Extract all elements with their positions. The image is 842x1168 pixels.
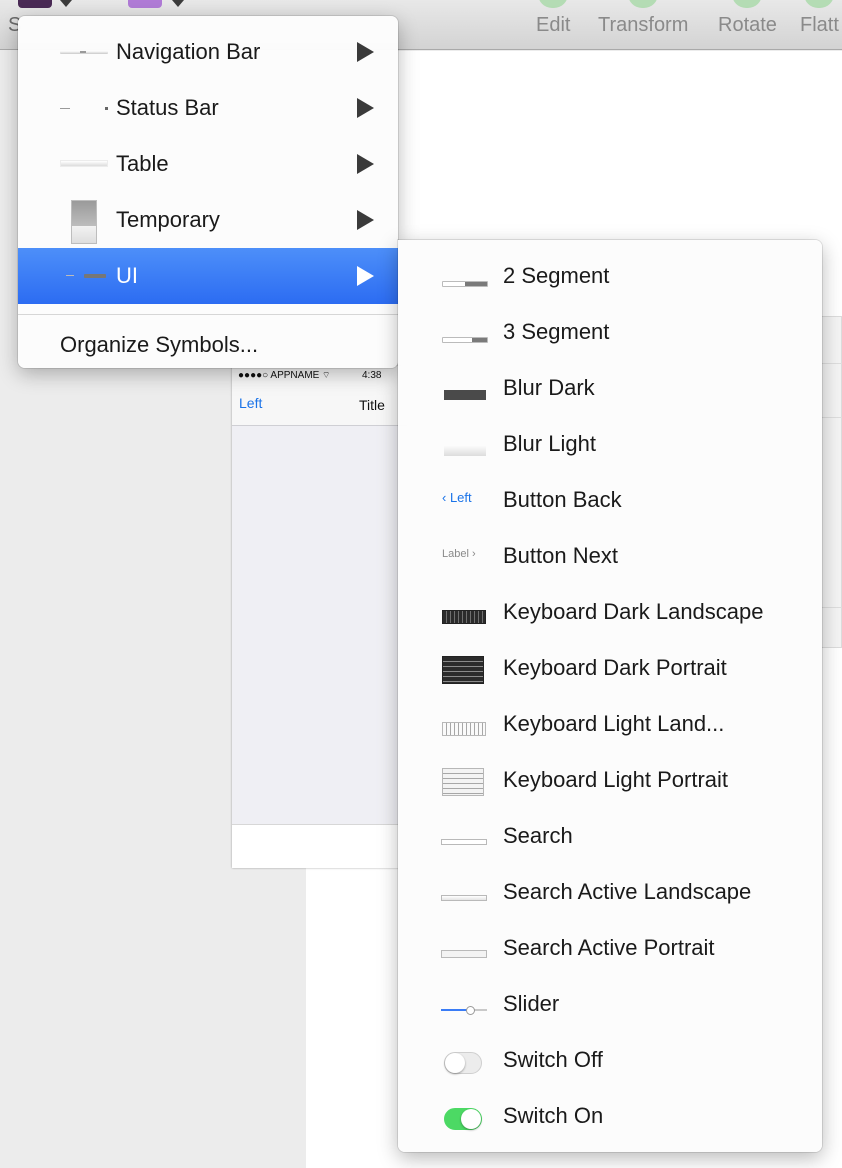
status-time: 4:38 xyxy=(362,370,382,381)
organize-symbols-item[interactable]: Organize Symbols... xyxy=(60,332,258,358)
transform-label: Transform xyxy=(598,14,689,36)
submenu-item-switch-on[interactable]: Switch On xyxy=(398,1088,822,1144)
menu-item-temporary[interactable]: Temporary xyxy=(18,192,398,248)
submenu-item-keyboard-light-landscape[interactable]: Keyboard Light Land... xyxy=(398,696,822,752)
menu-item-label: Navigation Bar xyxy=(116,39,261,64)
color-swatch-icon[interactable] xyxy=(128,0,162,8)
submenu-item-search-active-landscape[interactable]: Search Active Landscape xyxy=(398,864,822,920)
edit-icon xyxy=(538,0,569,8)
artboard-nav-bar: Left Title xyxy=(232,386,407,426)
submenu-item-label: Switch On xyxy=(503,1103,604,1128)
button-next-preview: Label xyxy=(442,548,469,560)
submenu-item-label: Search Active Landscape xyxy=(503,879,752,904)
menu-item-table[interactable]: Table xyxy=(18,136,398,192)
submenu-arrow-icon xyxy=(357,210,374,230)
slider-icon xyxy=(441,1006,487,1015)
nav-left-button: Left xyxy=(239,395,263,411)
submenu-item-3-segment[interactable]: 3 Segment xyxy=(398,304,822,360)
submenu-item-search[interactable]: Search xyxy=(398,808,822,864)
submenu-item-slider[interactable]: Slider xyxy=(398,976,822,1032)
button-next-icon: Label › xyxy=(442,548,476,560)
flatten-label: Flatt xyxy=(800,14,839,36)
submenu-item-button-next[interactable]: Label › Button Next xyxy=(398,528,822,584)
search-bar-icon xyxy=(441,839,487,845)
table-thumbnail-icon xyxy=(60,160,108,167)
submenu-item-label: Keyboard Dark Portrait xyxy=(503,655,727,680)
rotate-icon xyxy=(732,0,763,8)
switch-on-icon xyxy=(444,1108,482,1130)
chevron-down-icon[interactable] xyxy=(60,0,72,7)
carrier-label: ●●●●○ APPNAME xyxy=(238,370,320,381)
menu-item-label: Status Bar xyxy=(116,95,219,120)
ui-thumbnail-icon xyxy=(66,274,106,278)
ui-submenu: 2 Segment 3 Segment Blur Dark Blur Light… xyxy=(398,240,822,1152)
submenu-item-2-segment[interactable]: 2 Segment xyxy=(398,248,822,304)
submenu-arrow-icon xyxy=(357,154,374,174)
button-back-preview: Left xyxy=(449,490,472,505)
two-segment-icon xyxy=(442,281,488,287)
submenu-item-label: Blur Light xyxy=(503,431,596,456)
flatten-button[interactable]: Flatt xyxy=(800,0,839,37)
edit-button[interactable]: Edit xyxy=(536,0,571,37)
keyboard-light-landscape-icon xyxy=(442,722,486,736)
rotate-label: Rotate xyxy=(718,14,777,36)
submenu-item-label: Slider xyxy=(503,991,560,1016)
submenu-item-keyboard-dark-portrait[interactable]: Keyboard Dark Portrait xyxy=(398,640,822,696)
blur-light-icon xyxy=(444,446,486,456)
menu-item-status-bar[interactable]: Status Bar xyxy=(18,80,398,136)
submenu-item-keyboard-light-portrait[interactable]: Keyboard Light Portrait xyxy=(398,752,822,808)
menu-item-ui[interactable]: UI xyxy=(18,248,398,304)
submenu-arrow-icon xyxy=(357,266,374,286)
blur-dark-icon xyxy=(444,390,486,400)
submenu-item-label: Button Next xyxy=(503,543,618,568)
search-active-landscape-icon xyxy=(441,895,487,901)
navigation-bar-thumbnail-icon xyxy=(60,51,108,54)
status-bar-thumbnail-icon xyxy=(60,107,108,110)
menu-item-label: Table xyxy=(116,151,169,176)
temporary-thumbnail-icon xyxy=(71,200,97,244)
submenu-item-search-active-portrait[interactable]: Search Active Portrait xyxy=(398,920,822,976)
transform-button[interactable]: Transform xyxy=(598,0,689,37)
artboard-bottom-bar xyxy=(232,824,407,868)
submenu-item-button-back[interactable]: ‹ Left Button Back xyxy=(398,472,822,528)
edit-label: Edit xyxy=(536,14,571,36)
submenu-item-label: 3 Segment xyxy=(503,319,610,344)
submenu-item-keyboard-dark-landscape[interactable]: Keyboard Dark Landscape xyxy=(398,584,822,640)
menu-item-label: UI xyxy=(116,263,138,288)
submenu-item-label: 2 Segment xyxy=(503,263,610,288)
submenu-item-label: Search xyxy=(503,823,573,848)
submenu-item-label: Search Active Portrait xyxy=(503,935,715,960)
submenu-item-label: Keyboard Light Land... xyxy=(503,711,725,736)
chevron-down-icon[interactable] xyxy=(172,0,184,7)
submenu-item-label: Switch Off xyxy=(503,1047,603,1072)
menu-separator xyxy=(18,314,398,315)
search-active-portrait-icon xyxy=(441,950,487,958)
rotate-button[interactable]: Rotate xyxy=(718,0,777,37)
artboard-status-bar: ●●●●○ APPNAME ⌔ 4:38 xyxy=(232,366,407,386)
submenu-item-blur-dark[interactable]: Blur Dark xyxy=(398,360,822,416)
symbols-swatch-icon[interactable] xyxy=(18,0,52,8)
submenu-item-blur-light[interactable]: Blur Light xyxy=(398,416,822,472)
menu-item-label: Temporary xyxy=(116,207,220,232)
symbols-menu: Navigation Bar Status Bar Table Temporar… xyxy=(18,16,398,368)
switch-off-icon xyxy=(444,1052,482,1074)
submenu-item-label: Keyboard Light Portrait xyxy=(503,767,729,792)
submenu-item-label: Button Back xyxy=(503,487,622,512)
submenu-item-label: Blur Dark xyxy=(503,375,595,400)
nav-title: Title xyxy=(359,397,385,413)
transform-icon xyxy=(628,0,659,8)
wifi-icon: ⌔ xyxy=(322,370,331,380)
submenu-arrow-icon xyxy=(357,98,374,118)
submenu-item-switch-off[interactable]: Switch Off xyxy=(398,1032,822,1088)
keyboard-light-portrait-icon xyxy=(442,768,484,796)
flatten-icon xyxy=(804,0,835,8)
keyboard-dark-portrait-icon xyxy=(442,656,484,684)
keyboard-dark-landscape-icon xyxy=(442,610,486,624)
submenu-item-label: Keyboard Dark Landscape xyxy=(503,599,764,624)
button-back-icon: ‹ Left xyxy=(442,490,472,505)
three-segment-icon xyxy=(442,337,488,343)
artboard[interactable]: ●●●●○ APPNAME ⌔ 4:38 Left Title xyxy=(232,366,407,868)
submenu-arrow-icon xyxy=(357,42,374,62)
menu-item-navigation-bar[interactable]: Navigation Bar xyxy=(18,24,398,80)
